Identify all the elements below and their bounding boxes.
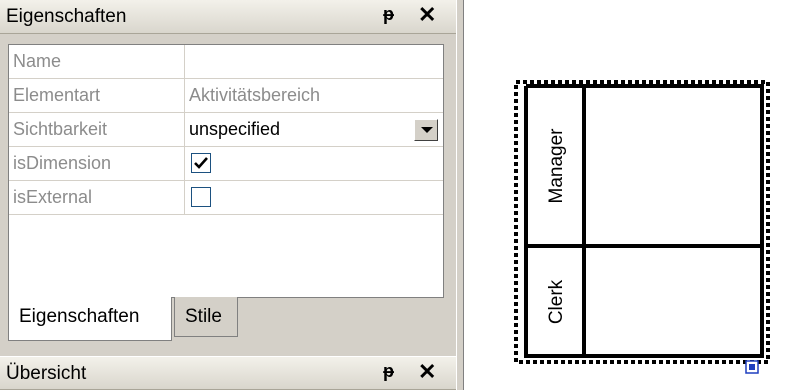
pin-icon[interactable]: ᵽ [383,361,394,382]
property-value-name[interactable] [189,45,443,78]
properties-tabs: Eigenschaften Stile [8,297,444,345]
property-label: Sichtbarkeit [9,113,185,146]
property-row-isexternal: isExternal [9,181,443,215]
properties-panel-title: Eigenschaften [6,6,127,27]
left-dock-panel: Eigenschaften ᵽ ✕ Name Elementart Aktivi… [0,0,456,390]
property-label: isExternal [9,181,185,214]
overview-panel-title: Übersicht [6,363,87,384]
pin-icon[interactable]: ᵽ [383,4,394,25]
partition-cell-manager[interactable] [586,88,760,244]
overview-panel-titlebar: Übersicht ᵽ ✕ [0,356,456,390]
partition-label-clerk[interactable]: Clerk [546,279,567,324]
property-value-elementart: Aktivitätsbereich [189,85,321,105]
checkmark-icon [194,157,208,169]
activity-partition-diagram[interactable]: Manager Clerk [512,78,774,378]
tab-eigenschaften[interactable]: Eigenschaften [8,297,172,341]
property-row-elementart: Elementart Aktivitätsbereich [9,79,443,113]
tab-stile[interactable]: Stile [174,297,238,337]
close-icon[interactable]: ✕ [418,2,436,28]
partition-cell-clerk[interactable] [586,248,760,354]
close-icon[interactable]: ✕ [418,359,436,385]
partition-label-manager[interactable]: Manager [546,128,567,204]
property-label: Elementart [9,79,185,112]
property-row-sichtbarkeit: Sichtbarkeit unspecified [9,113,443,147]
property-label: isDimension [9,147,185,180]
property-row-name: Name [9,45,443,79]
dropdown-arrow-button[interactable] [414,119,438,141]
resize-handle-icon[interactable] [745,360,759,374]
property-label: Name [9,45,185,78]
visibility-select[interactable]: unspecified [189,113,443,146]
property-row-isdimension: isDimension [9,147,443,181]
properties-panel-titlebar: Eigenschaften ᵽ ✕ [0,0,456,34]
panel-splitter[interactable] [456,0,464,390]
isdimension-checkbox[interactable] [191,153,211,173]
property-grid: Name Elementart Aktivitätsbereich Sichtb… [8,44,444,298]
isexternal-checkbox[interactable] [191,187,211,207]
